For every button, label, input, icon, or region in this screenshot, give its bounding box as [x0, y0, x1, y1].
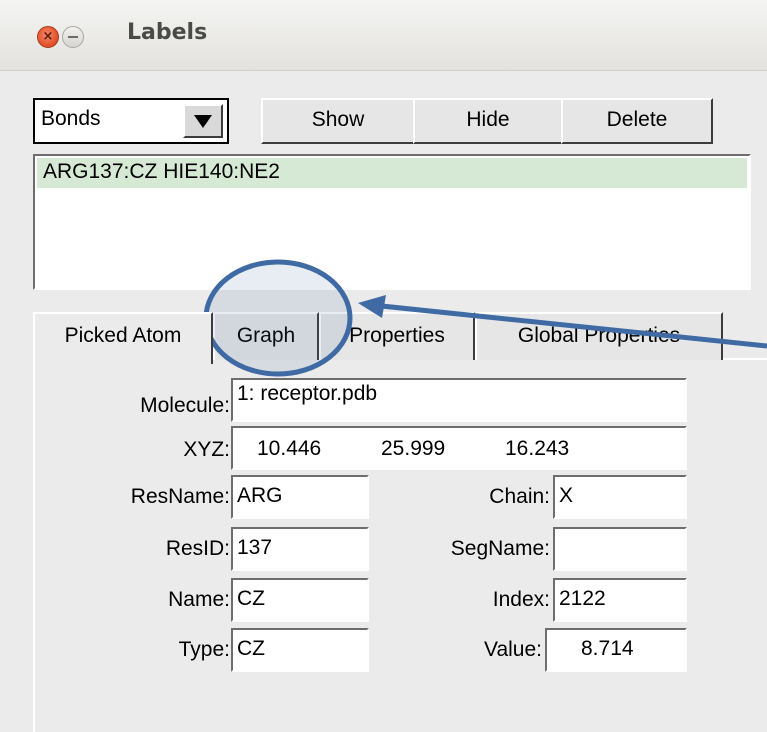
index-field[interactable]: 2122 [553, 578, 687, 622]
name-label: Name: [168, 588, 230, 611]
value-label: Value: [484, 638, 542, 661]
resid-field[interactable]: 137 [231, 527, 369, 571]
tab-picked-atom[interactable]: Picked Atom [33, 312, 213, 364]
xyz-label: XYZ: [183, 438, 230, 461]
resid-label: ResID: [165, 537, 230, 560]
tab-global-properties[interactable]: Global Properties [475, 312, 723, 360]
xyz-x-value: 10.446 [257, 437, 322, 460]
close-icon: × [42, 29, 54, 44]
dropdown-arrow-button[interactable] [183, 104, 223, 138]
xyz-y-value: 25.999 [381, 437, 446, 460]
chain-value: X [559, 484, 574, 507]
segname-label: SegName: [450, 537, 550, 560]
type-field[interactable]: CZ [231, 628, 369, 672]
xyz-z-value: 16.243 [505, 437, 570, 460]
minimize-icon [68, 36, 78, 38]
molecule-label: Molecule: [140, 394, 230, 417]
minimize-button[interactable] [62, 26, 84, 48]
label-list[interactable]: ARG137:CZ HIE140:NE2 [33, 154, 751, 290]
resid-value: 137 [237, 536, 273, 559]
tab-properties[interactable]: Properties [319, 312, 475, 360]
name-value: CZ [237, 587, 265, 610]
chain-field[interactable]: X [553, 475, 687, 519]
segname-field[interactable] [553, 527, 687, 571]
molecule-field[interactable]: 1: receptor.pdb [231, 378, 687, 422]
chevron-down-icon [194, 115, 212, 128]
resname-value: ARG [237, 484, 283, 507]
chain-label: Chain: [489, 485, 550, 508]
window-title: Labels [127, 20, 208, 45]
show-button[interactable]: Show [261, 98, 415, 144]
value-field[interactable]: 8.714 [545, 628, 687, 672]
list-item-text: ARG137:CZ HIE140:NE2 [43, 160, 280, 183]
type-value: CZ [237, 637, 265, 660]
type-label: Type: [178, 638, 230, 661]
xyz-field[interactable]: 10.446 25.999 16.243 [231, 426, 687, 470]
value-value: 8.714 [581, 637, 634, 660]
close-button[interactable]: × [37, 26, 59, 48]
title-bar[interactable]: × Labels [0, 0, 767, 71]
resname-field[interactable]: ARG [231, 475, 369, 519]
list-item[interactable]: ARG137:CZ HIE140:NE2 [37, 158, 747, 188]
delete-button[interactable]: Delete [561, 98, 713, 144]
name-field[interactable]: CZ [231, 578, 369, 622]
label-type-value: Bonds [41, 107, 101, 130]
labels-window: × Labels Bonds Show Hide Delete ARG137:C… [0, 0, 767, 732]
molecule-value: 1: receptor.pdb [237, 382, 378, 405]
label-type-select[interactable]: Bonds [33, 98, 229, 144]
index-value: 2122 [559, 587, 606, 610]
tab-graph[interactable]: Graph [213, 312, 319, 360]
hide-button[interactable]: Hide [413, 98, 563, 144]
resname-label: ResName: [130, 485, 230, 508]
index-label: Index: [492, 588, 550, 611]
